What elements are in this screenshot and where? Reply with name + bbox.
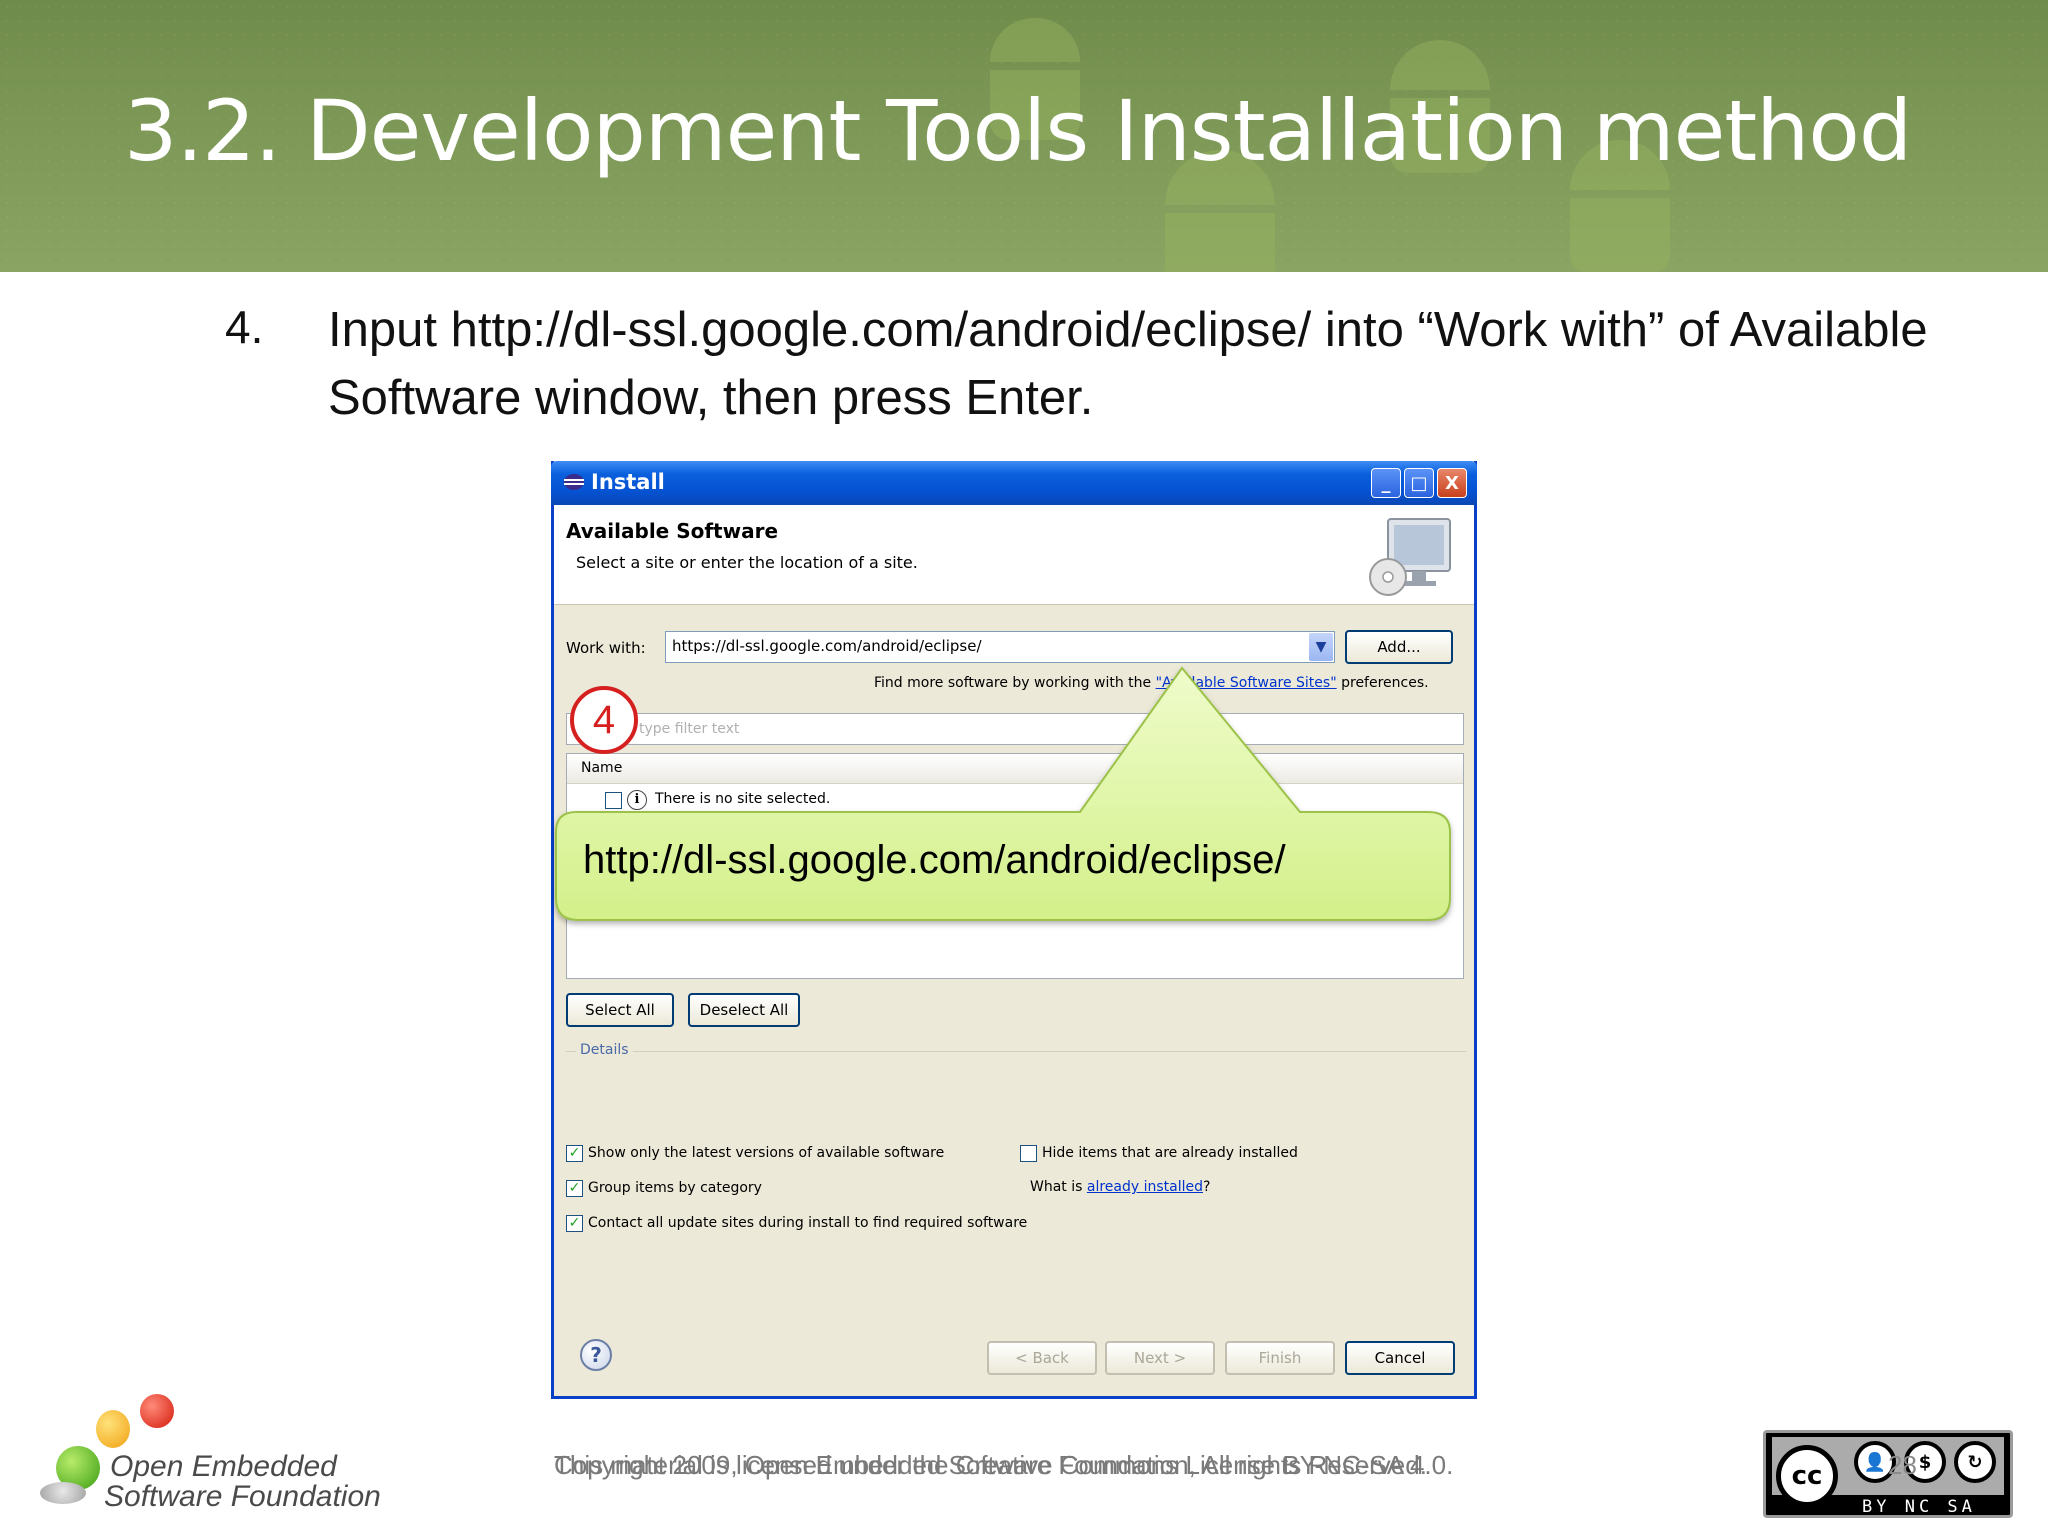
what-is-installed-text: What is already installed? — [1030, 1179, 1210, 1195]
license-notice: This material is licensed under the Crea… — [554, 1450, 1454, 1480]
back-button[interactable]: < Back — [987, 1341, 1097, 1375]
cc-codes: BY NC SA — [1862, 1497, 1976, 1517]
install-monitor-icon — [1369, 518, 1451, 596]
minimize-button[interactable]: _ — [1371, 468, 1401, 498]
oesf-logo: Open Embedded Software Foundation — [34, 1386, 394, 1516]
sharealike-icon: ↻ — [1954, 1441, 1996, 1483]
eclipse-icon — [564, 474, 584, 490]
banner-heading: Available Software — [566, 519, 779, 543]
logo-line2: Software Foundation — [104, 1480, 381, 1513]
dialog-title: Install — [591, 470, 665, 494]
details-label: Details — [576, 1042, 633, 1058]
deselect-all-button[interactable]: Deselect All — [688, 993, 800, 1027]
contact-sites-checkbox[interactable]: ✓ — [566, 1215, 583, 1232]
close-button[interactable]: X — [1437, 468, 1467, 498]
next-button[interactable]: Next > — [1105, 1341, 1215, 1375]
latest-versions-label: Show only the latest versions of availab… — [588, 1145, 945, 1161]
banner-subheading: Select a site or enter the location of a… — [576, 553, 918, 572]
cancel-button[interactable]: Cancel — [1345, 1341, 1455, 1375]
url-callout-bubble — [555, 666, 1451, 921]
step-number: 4. — [225, 301, 264, 353]
group-by-category-checkbox[interactable]: ✓ — [566, 1180, 583, 1197]
hide-installed-label: Hide items that are already installed — [1042, 1145, 1298, 1161]
slide-header: 3.2. Development Tools Installation meth… — [0, 0, 2048, 272]
step-instruction: Input http://dl-ssl.google.com/android/e… — [328, 303, 1928, 425]
dialog-titlebar: Install _ □ X — [551, 461, 1477, 505]
what-is-prefix: What is — [1030, 1179, 1083, 1195]
maximize-button[interactable]: □ — [1404, 468, 1434, 498]
contact-sites-label: Contact all update sites during install … — [588, 1215, 1028, 1231]
logo-line1: Open Embedded — [110, 1450, 337, 1483]
creative-commons-icon: cc — [1776, 1445, 1838, 1507]
what-is-suffix: ? — [1203, 1179, 1211, 1195]
step-4-badge: 4 — [570, 686, 638, 754]
hide-installed-checkbox[interactable] — [1020, 1145, 1037, 1162]
select-all-button[interactable]: Select All — [566, 993, 674, 1027]
latest-versions-checkbox[interactable]: ✓ — [566, 1145, 583, 1162]
page-number: 28 — [1888, 1450, 1917, 1480]
already-installed-link[interactable]: already installed — [1087, 1179, 1203, 1195]
install-dialog: Install _ □ X Available Software Select … — [551, 461, 1477, 1399]
finish-button[interactable]: Finish — [1225, 1341, 1335, 1375]
help-icon[interactable]: ? — [580, 1339, 612, 1371]
slide-title: 3.2. Development Tools Installation meth… — [124, 82, 1912, 180]
dialog-banner: Available Software Select a site or ente… — [554, 505, 1474, 605]
group-by-category-label: Group items by category — [588, 1180, 762, 1196]
callout-url: http://dl-ssl.google.com/android/eclipse… — [583, 838, 1286, 882]
